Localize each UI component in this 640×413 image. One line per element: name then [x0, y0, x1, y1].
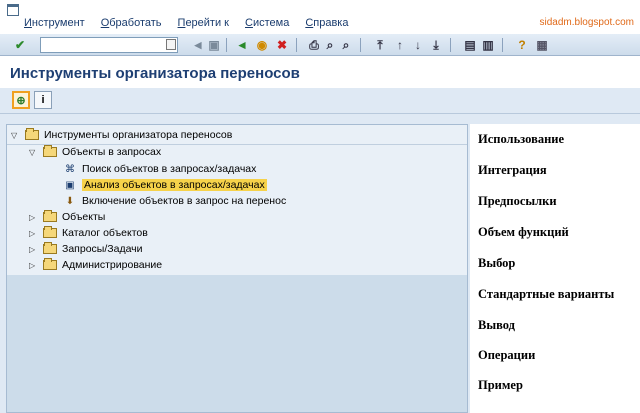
tree-node-objects-in-requests[interactable]: ▽ Объекты в запросах — [29, 144, 161, 160]
last-page-icon[interactable]: ⤓ — [428, 37, 444, 53]
doc-heading-usage: Использование — [478, 132, 565, 146]
application-toolbar: ⊕ i — [0, 88, 640, 114]
menu-instrument[interactable]: Инструмент — [24, 17, 85, 29]
menu-items: Инструмент Обработать Перейти к Система … — [24, 17, 348, 29]
doc-heading-output: Вывод — [478, 318, 515, 332]
analysis-icon: ▣ — [65, 179, 75, 191]
tree-node-catalog[interactable]: ▷ Каталог объектов — [29, 225, 148, 241]
binoculars-icon: ⌘ — [65, 163, 75, 175]
toolbar-separator — [502, 38, 503, 52]
collapsed-arrow-icon[interactable]: ▷ — [29, 229, 39, 238]
command-history-button[interactable] — [166, 39, 176, 50]
doc-heading-operations: Операции — [478, 348, 536, 362]
doc-heading-selection: Выбор — [478, 256, 516, 270]
layout-menu-icon[interactable]: ▦ — [534, 37, 550, 53]
documentation-panel: Использование Интеграция Предпосылки Объ… — [470, 124, 640, 413]
tree-leaf-search[interactable]: ⌘ Поиск объектов в запросах/задачах — [63, 161, 256, 177]
command-field[interactable] — [40, 37, 178, 53]
execute-icon[interactable]: ⊕ — [12, 91, 30, 109]
doc-heading-prerequisites: Предпосылки — [478, 194, 557, 208]
tree-leaf-analysis[interactable]: ▣ Анализ объектов в запросах/задачах — [63, 177, 267, 193]
folder-open-icon — [25, 128, 39, 140]
folder-icon — [43, 226, 57, 238]
folder-icon — [43, 242, 57, 254]
tree-root[interactable]: ▽ Инструменты организатора переносов — [11, 127, 232, 143]
toolbar-separator — [226, 38, 227, 52]
tree-node-objects[interactable]: ▷ Объекты — [29, 209, 105, 225]
tree-node-admin[interactable]: ▷ Администрирование — [29, 257, 162, 273]
cancel-icon[interactable]: ✖ — [274, 37, 290, 53]
collapsed-arrow-icon[interactable]: ▷ — [29, 245, 39, 254]
system-menu-icon[interactable] — [7, 4, 19, 16]
menu-system[interactable]: Система — [245, 17, 289, 29]
back-icon[interactable]: ◄ — [234, 37, 250, 53]
find-next-icon[interactable]: ⌕ — [338, 37, 354, 53]
new-session-icon[interactable]: ▤ — [462, 37, 478, 53]
exit-icon[interactable]: ◉ — [254, 37, 270, 53]
doc-heading-example: Пример — [478, 378, 523, 392]
collapsed-arrow-icon[interactable]: ▷ — [29, 261, 39, 270]
expand-arrow-icon[interactable]: ▽ — [11, 131, 21, 140]
doc-heading-integration: Интеграция — [478, 163, 547, 177]
first-page-icon[interactable]: ⤒ — [372, 37, 388, 53]
prev-icon[interactable]: ◀ — [190, 37, 206, 53]
watermark-text: sidadm.blogspot.com — [539, 17, 635, 28]
toolbar-separator — [360, 38, 361, 52]
prev-page-icon[interactable]: ↑ — [392, 37, 408, 53]
menu-help[interactable]: Справка — [305, 17, 348, 29]
help-icon[interactable]: ? — [514, 37, 530, 53]
menu-goto[interactable]: Перейти к — [178, 17, 229, 29]
title-bar: Инструменты организатора переносов — [0, 56, 640, 88]
find-icon[interactable]: ⌕ — [322, 37, 338, 53]
doc-heading-standard-variants: Стандартные варианты — [478, 287, 615, 301]
collapsed-arrow-icon[interactable]: ▷ — [29, 213, 39, 222]
expand-arrow-icon[interactable]: ▽ — [29, 148, 39, 157]
toolbar-separator — [450, 38, 451, 52]
toolbar-separator — [296, 38, 297, 52]
folder-icon — [43, 210, 57, 222]
save-icon[interactable]: ▣ — [206, 37, 222, 53]
include-object-icon: ⬇ — [65, 195, 75, 207]
next-page-icon[interactable]: ↓ — [410, 37, 426, 53]
info-icon[interactable]: i — [34, 91, 52, 109]
tree-area: ▽ Инструменты организатора переносов ▽ О… — [7, 125, 467, 275]
shortcut-icon[interactable]: ▥ — [480, 37, 496, 53]
menu-edit[interactable]: Обработать — [101, 17, 162, 29]
doc-heading-scope: Объем функций — [478, 225, 569, 239]
enter-icon[interactable]: ✔ — [12, 37, 28, 53]
folder-open-icon — [43, 145, 57, 157]
tree-panel: ▽ Инструменты организатора переносов ▽ О… — [6, 124, 468, 413]
print-icon[interactable]: ⎙ — [306, 37, 322, 53]
standard-toolbar: ✔ ◀ ▣ ◄ ◉ ✖ ⎙ ⌕ ⌕ ⤒ ↑ ↓ ⤓ ▤ ▥ ? ▦ — [0, 34, 640, 56]
tree-node-requests[interactable]: ▷ Запросы/Задачи — [29, 241, 143, 257]
page-title: Инструменты организатора переносов — [10, 65, 300, 82]
menu-bar: Инструмент Обработать Перейти к Система … — [0, 0, 640, 34]
tree-leaf-include[interactable]: ⬇ Включение объектов в запрос на перенос — [63, 193, 286, 209]
folder-icon — [43, 258, 57, 270]
